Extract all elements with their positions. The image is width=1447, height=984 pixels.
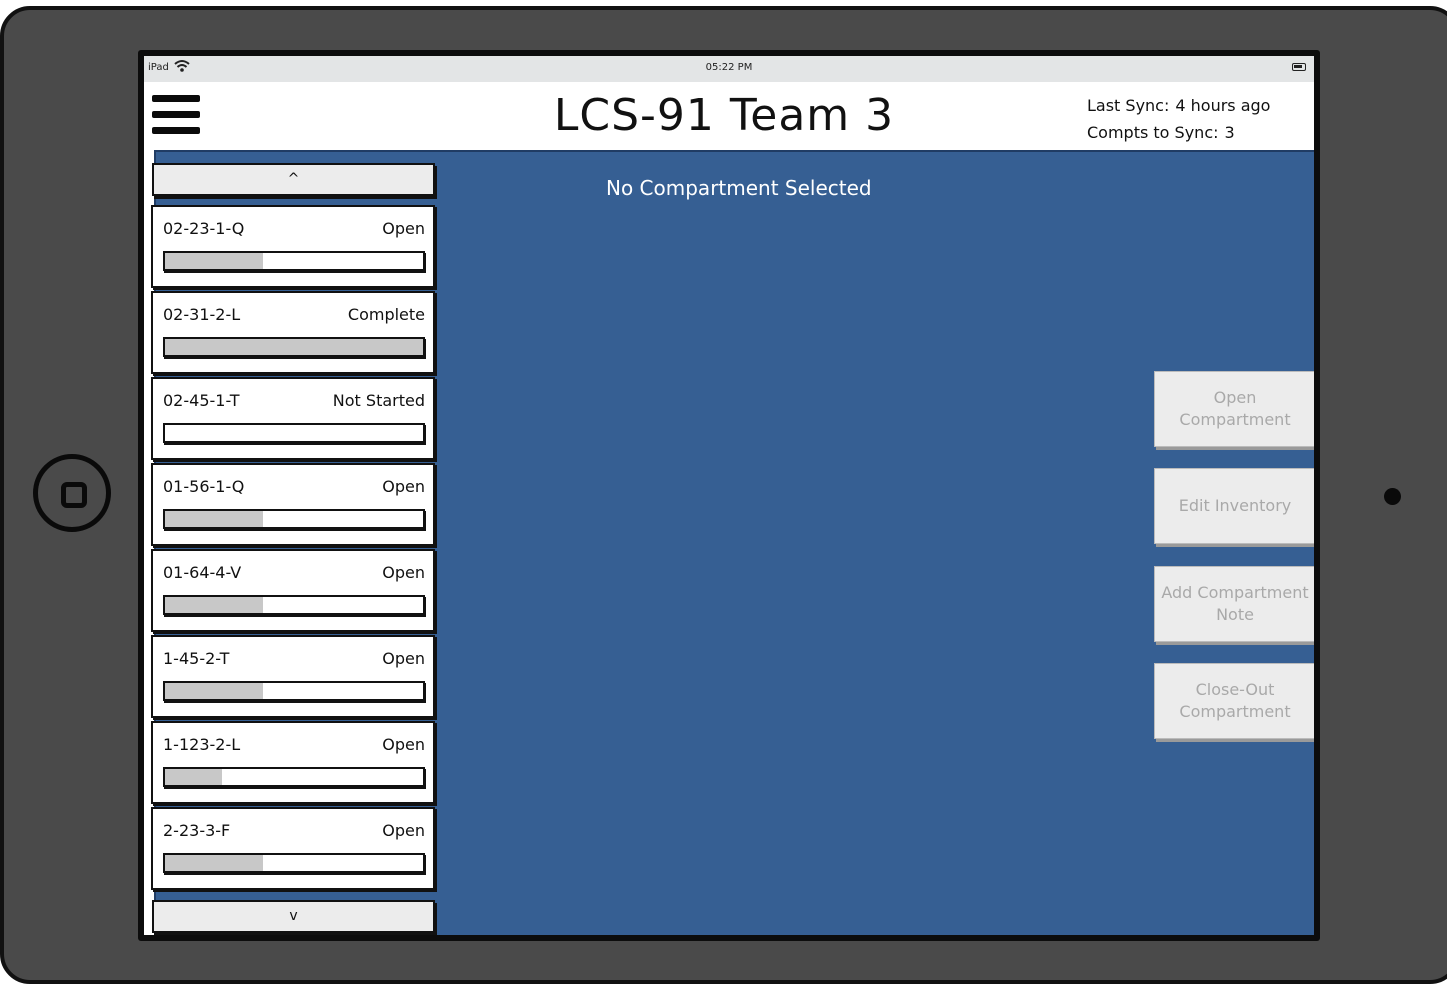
compts-to-sync-row: Compts to Sync: 3 <box>1087 119 1270 146</box>
last-sync-label: Last Sync: <box>1087 96 1170 115</box>
compartment-status: Complete <box>347 305 425 324</box>
status-clock: 05:22 PM <box>705 62 753 73</box>
compartment-card[interactable]: 1-123-2-L Open <box>151 721 435 804</box>
home-button-icon <box>61 482 87 508</box>
hamburger-menu-icon[interactable] <box>152 95 202 137</box>
last-sync-row: Last Sync: 4 hours ago <box>1087 92 1270 119</box>
progress-bar <box>163 423 425 443</box>
sync-info: Last Sync: 4 hours ago Compts to Sync: 3 <box>1087 92 1270 146</box>
compartment-status: Open <box>382 821 425 840</box>
edit-inventory-button[interactable]: Edit Inventory <box>1154 468 1314 544</box>
compartment-card[interactable]: 02-45-1-T Not Started <box>151 377 435 460</box>
compartment-id: 02-45-1-T <box>163 391 240 410</box>
open-compartment-button[interactable]: Open Compartment <box>1154 371 1314 447</box>
camera-icon <box>1384 488 1401 505</box>
scroll-up-button[interactable]: ^ <box>152 163 435 196</box>
close-out-compartment-button[interactable]: Close-Out Compartment <box>1154 663 1314 739</box>
app-window: iPad 05:22 PM LCS-91 Team 3 Last Sync: 4 … <box>144 56 1314 935</box>
compartment-id: 1-45-2-T <box>163 649 230 668</box>
page-title: LCS-91 Team 3 <box>553 90 895 141</box>
compartment-status: Not Started <box>332 391 425 410</box>
compartment-status: Open <box>382 649 425 668</box>
last-sync-value: 4 hours ago <box>1175 96 1271 115</box>
progress-fill <box>165 339 423 355</box>
compartment-id: 01-64-4-V <box>163 563 242 582</box>
panel-title: No Compartment Selected <box>606 176 872 200</box>
progress-bar <box>163 509 425 529</box>
progress-fill <box>165 769 222 785</box>
add-compartment-note-button[interactable]: Add Compartment Note <box>1154 566 1314 642</box>
compartment-id: 02-31-2-L <box>163 305 241 324</box>
compartment-id: 02-23-1-Q <box>163 219 245 238</box>
app-header: LCS-91 Team 3 Last Sync: 4 hours ago Comp… <box>144 82 1314 150</box>
compartment-list: ^ 02-23-1-Q Open 02-31-2-L Complete 02-4… <box>150 160 440 935</box>
compartment-card[interactable]: 01-64-4-V Open <box>151 549 435 632</box>
compartment-card[interactable]: 01-56-1-Q Open <box>151 463 435 546</box>
ipad-screen: iPad 05:22 PM LCS-91 Team 3 Last Sync: 4 … <box>138 50 1320 941</box>
compartment-status: Open <box>382 735 425 754</box>
compartment-id: 2-23-3-F <box>163 821 231 840</box>
progress-bar <box>163 251 425 271</box>
progress-bar <box>163 681 425 701</box>
compts-to-sync-label: Compts to Sync: <box>1087 123 1219 142</box>
progress-fill <box>165 597 264 613</box>
compartment-status: Open <box>382 563 425 582</box>
home-button[interactable] <box>33 454 111 532</box>
progress-fill <box>165 855 264 871</box>
compartment-status: Open <box>382 477 425 496</box>
progress-fill <box>165 683 264 699</box>
progress-bar <box>163 595 425 615</box>
compartment-card[interactable]: 1-45-2-T Open <box>151 635 435 718</box>
battery-icon <box>1292 63 1306 71</box>
compartment-card[interactable]: 02-23-1-Q Open <box>151 205 435 288</box>
status-bar: iPad 05:22 PM <box>144 56 1314 82</box>
progress-bar <box>163 767 425 787</box>
compartment-card[interactable]: 2-23-3-F Open <box>151 807 435 890</box>
progress-fill <box>165 253 264 269</box>
compts-to-sync-value: 3 <box>1224 123 1235 142</box>
progress-fill <box>165 511 264 527</box>
compartment-status: Open <box>382 219 425 238</box>
compartment-card[interactable]: 02-31-2-L Complete <box>151 291 435 374</box>
progress-bar <box>163 337 425 357</box>
scroll-down-button[interactable]: v <box>152 900 435 933</box>
compartment-id: 1-123-2-L <box>163 735 241 754</box>
compartment-id: 01-56-1-Q <box>163 477 245 496</box>
progress-bar <box>163 853 425 873</box>
